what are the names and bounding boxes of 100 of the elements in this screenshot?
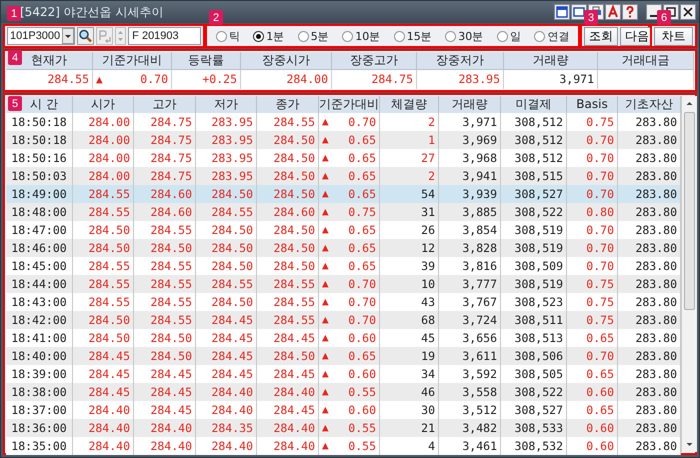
column-header: 저가 (196, 96, 257, 114)
table-cell: ▲ 0.60 (319, 329, 380, 347)
period-label[interactable]: 15분 (406, 28, 432, 44)
table-cell: 308,506 (501, 347, 567, 365)
table-cell: 46 (380, 383, 439, 401)
table-cell: 284.00 (73, 167, 134, 185)
callout-badge: 1 (7, 6, 21, 21)
table-cell: 283.80 (618, 275, 681, 293)
table-cell: 284.50 (73, 311, 134, 329)
radio-button[interactable] (216, 30, 227, 42)
table-cell: 284.50 (257, 347, 319, 365)
column-header: 시가 (73, 96, 134, 114)
table-cell: 284.40 (134, 419, 196, 437)
window-icon[interactable] (571, 4, 587, 20)
period-label[interactable]: 연결 (547, 28, 570, 44)
table-cell: 18:50:03 (6, 167, 73, 185)
column-header: Basis (567, 96, 618, 114)
table-cell: ▲ 0.70 (319, 275, 380, 293)
period-label[interactable]: 틱 (228, 28, 240, 44)
table-cell: 18:44:00 (6, 275, 73, 293)
table-cell: 308,522 (501, 203, 567, 221)
table-cell: 284.60 (134, 203, 196, 221)
callout-badge: 3 (584, 10, 598, 25)
table-cell: 284.75 (134, 131, 196, 149)
radio-button[interactable] (496, 30, 508, 42)
table-cell: 284.45 (73, 347, 134, 365)
table-cell: 284.55 (257, 311, 319, 329)
help-icon[interactable] (622, 4, 638, 20)
table-cell: 284.75 (134, 167, 196, 185)
column-header: 거래량 (504, 52, 598, 70)
table-cell: 284.55 (257, 275, 319, 293)
table-cell: +0.25 (172, 70, 241, 89)
table-cell: 284.45 (134, 383, 196, 401)
table-cell: 284.45 (196, 311, 257, 329)
table-cell: 18:46:00 (6, 239, 73, 257)
radio-button[interactable] (253, 30, 264, 42)
scroll-thumb[interactable] (684, 112, 695, 310)
table-cell: 3,611 (439, 347, 501, 365)
table-cell: ▲ 0.65 (319, 149, 380, 167)
table-cell: 3,941 (439, 167, 501, 185)
table-cell: 284.55 (6, 70, 93, 89)
code-dropdown[interactable]: 101P3000 (7, 27, 76, 45)
table-cell: 283.80 (618, 113, 681, 131)
radio-button[interactable] (342, 30, 354, 42)
table-cell: ▲ 0.60 (319, 365, 380, 383)
table-cell: 2 (380, 167, 439, 185)
search-icon[interactable] (77, 27, 94, 45)
table-cell: 283.95 (196, 167, 257, 185)
table-cell: ▲ 0.75 (319, 203, 380, 221)
table-cell: 3,482 (439, 419, 501, 437)
table-cell: 3,885 (439, 203, 501, 221)
column-header: 거래대금 (598, 52, 694, 70)
table-cell: 283.95 (196, 113, 257, 131)
column-header: 고가 (134, 96, 196, 114)
table-cell: 284.40 (134, 437, 196, 455)
period-label[interactable]: 일 (510, 28, 521, 44)
radio-button[interactable] (534, 30, 546, 42)
font-icon[interactable] (605, 4, 621, 20)
code-name-field[interactable]: F 201903 (128, 27, 201, 45)
layout-icon[interactable] (554, 4, 570, 20)
table-cell: 18:35:00 (6, 437, 73, 455)
table-cell: 0.60 (567, 383, 618, 401)
period-label[interactable]: 10분 (355, 28, 380, 44)
table-cell: 284.75 (332, 70, 417, 89)
table-cell: 284.50 (257, 167, 319, 185)
scrollbar[interactable] (681, 96, 697, 452)
radio-button[interactable] (298, 30, 309, 42)
close-icon[interactable] (680, 4, 696, 20)
radio-button[interactable] (445, 30, 456, 42)
callout-badge: 6 (657, 10, 671, 25)
table-cell: 284.55 (134, 275, 196, 293)
table-cell: 284.45 (196, 347, 257, 365)
chart-button[interactable]: 차트 (654, 26, 693, 46)
column-header: 미결제 (501, 96, 567, 114)
period-label[interactable]: 5분 (310, 28, 329, 44)
query-button[interactable]: 조회 (584, 26, 618, 46)
table-cell: 284.55 (196, 203, 257, 221)
table-cell: 18:48:00 (6, 203, 73, 221)
table-cell: 0.75 (567, 275, 618, 293)
table-cell: ▲ 0.65 (319, 131, 380, 149)
table-cell: 308,519 (501, 239, 567, 257)
table-cell: 0.70 (567, 347, 618, 365)
table-cell: 68 (380, 311, 439, 329)
table-cell: 284.50 (257, 131, 319, 149)
table-cell: 308,512 (501, 113, 567, 131)
table-cell: 3,724 (439, 311, 501, 329)
table-cell: 1 (380, 131, 439, 149)
table-cell: ▲ 0.55 (319, 419, 380, 437)
callout-badge: 5 (8, 96, 22, 111)
table-cell: ▲ 0.65 (319, 239, 380, 257)
table-cell: 0.60 (567, 419, 618, 437)
period-label[interactable]: 30분 (458, 28, 484, 44)
table-cell: 3,971 (439, 113, 501, 131)
table-cell: 4 (380, 437, 439, 455)
period-label[interactable]: 1분 (266, 28, 284, 44)
table-cell: 283.95 (196, 131, 257, 149)
table-cell: 283.80 (618, 167, 681, 185)
table-cell: 18:40:00 (6, 347, 73, 365)
table-cell: 284.75 (134, 113, 196, 131)
radio-button[interactable] (394, 30, 405, 42)
